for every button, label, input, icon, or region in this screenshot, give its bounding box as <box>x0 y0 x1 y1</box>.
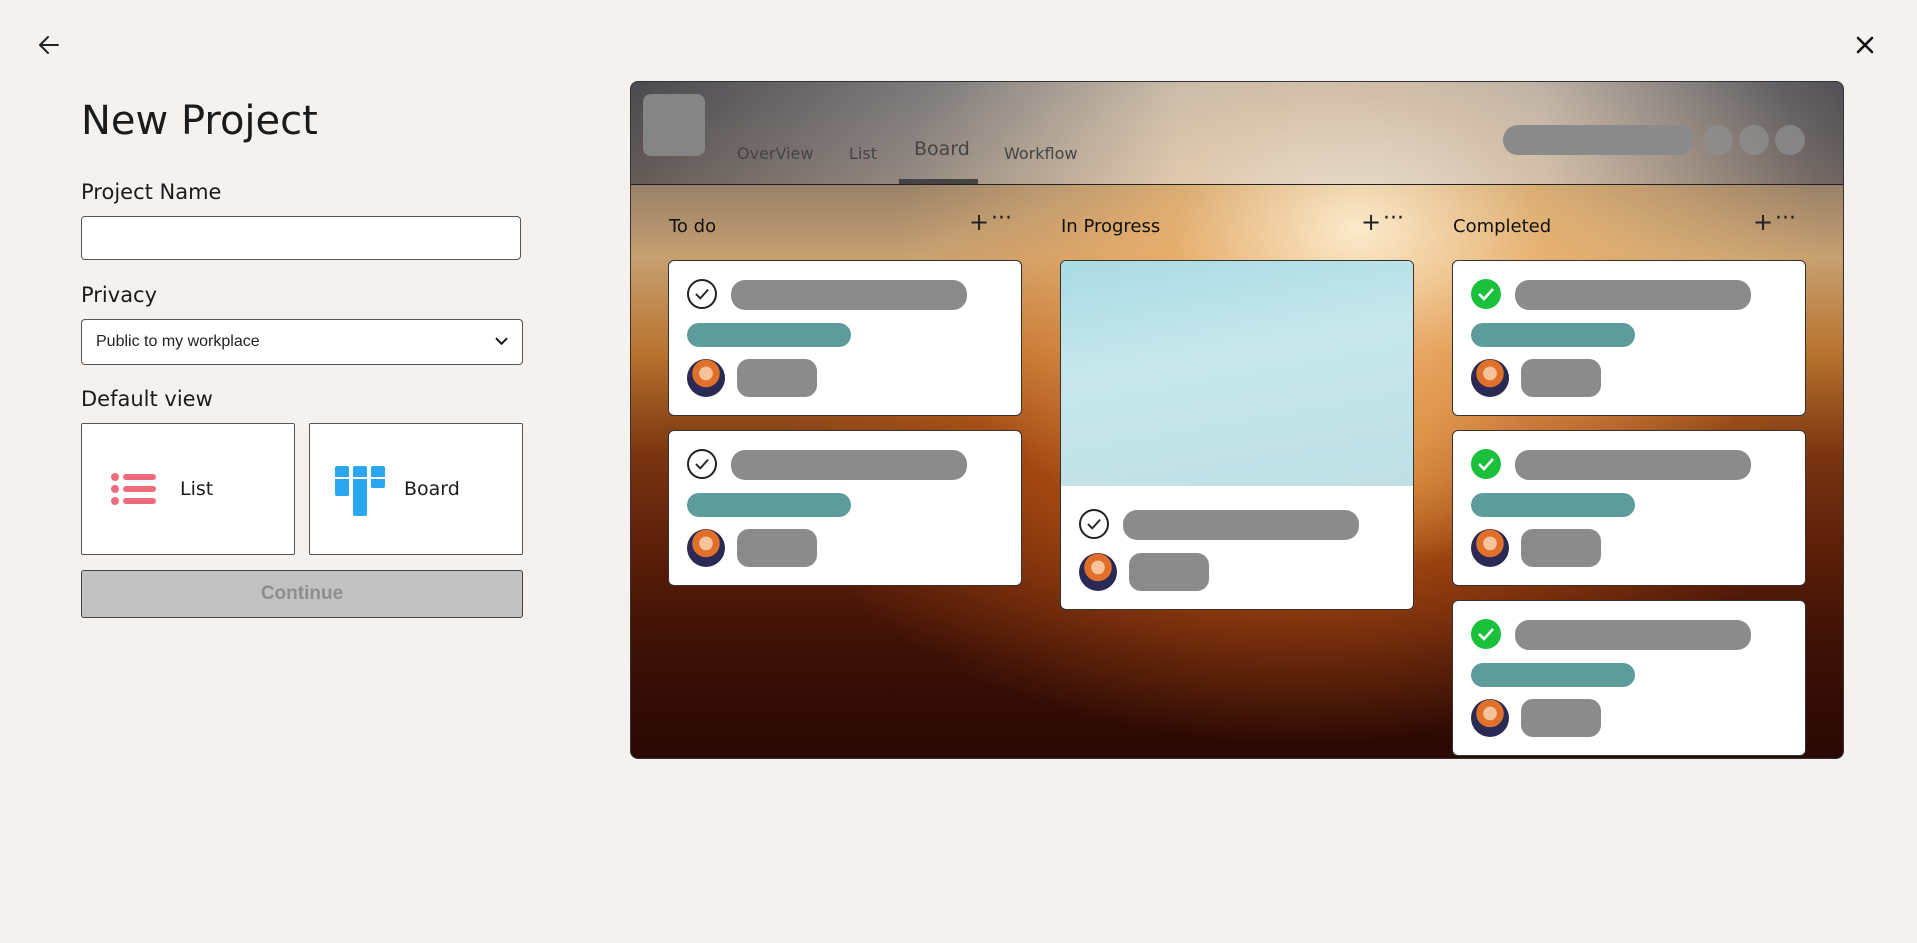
continue-button[interactable]: Continue <box>81 570 523 618</box>
check-circle-icon <box>1079 509 1109 539</box>
check-circle-filled-icon <box>1471 619 1501 649</box>
check-circle-icon <box>687 449 717 479</box>
task-card <box>668 430 1022 586</box>
preview-tab-workflow: Workflow <box>1004 144 1078 163</box>
privacy-label: Privacy <box>81 283 158 307</box>
check-circle-filled-icon <box>1471 279 1501 309</box>
title-placeholder <box>731 280 967 310</box>
page-title: New Project <box>81 98 318 144</box>
chip-placeholder <box>1521 359 1601 397</box>
title-placeholder <box>731 450 967 480</box>
preview-logo-placeholder <box>643 94 705 156</box>
plus-icon: + <box>1361 208 1384 236</box>
tag-placeholder <box>1471 493 1635 517</box>
preview-avatar-placeholder <box>1775 125 1805 155</box>
preview-tab-overview: OverView <box>737 144 814 163</box>
project-name-input[interactable] <box>81 216 521 260</box>
tag-placeholder <box>687 493 851 517</box>
preview-avatar-placeholder <box>1703 125 1733 155</box>
back-arrow-icon[interactable] <box>36 32 62 58</box>
preview-tab-list: List <box>849 144 877 163</box>
avatar <box>1471 359 1509 397</box>
board-preview: OverView List Board Workflow To do + ···… <box>630 81 1844 759</box>
more-icon: ··· <box>991 206 1012 231</box>
new-project-form: New Project Project Name Privacy Public … <box>81 96 525 618</box>
view-option-label: List <box>180 478 214 500</box>
default-view-label: Default view <box>81 387 213 411</box>
board-icon <box>334 465 385 516</box>
task-card-with-image <box>1060 260 1414 610</box>
plus-icon: + <box>969 208 992 236</box>
task-card <box>1452 600 1806 756</box>
chip-placeholder <box>1521 529 1601 567</box>
more-icon: ··· <box>1775 206 1796 231</box>
card-cover-image <box>1061 261 1413 486</box>
column-title-completed: Completed <box>1453 216 1552 237</box>
task-card <box>1452 430 1806 586</box>
check-circle-icon <box>687 279 717 309</box>
plus-icon: + <box>1753 208 1776 236</box>
title-placeholder <box>1123 510 1359 540</box>
chip-placeholder <box>1129 553 1209 591</box>
privacy-selected-value: Public to my workplace <box>96 333 260 350</box>
task-card <box>668 260 1022 416</box>
check-circle-filled-icon <box>1471 449 1501 479</box>
column-title-in-progress: In Progress <box>1061 216 1161 237</box>
preview-avatar-placeholder <box>1739 125 1769 155</box>
active-tab-indicator <box>899 179 978 184</box>
tag-placeholder <box>1471 663 1635 687</box>
avatar <box>1471 699 1509 737</box>
tag-placeholder <box>1471 323 1635 347</box>
avatar <box>1079 553 1117 591</box>
view-option-board[interactable]: Board <box>309 423 523 555</box>
view-option-label: Board <box>404 478 460 500</box>
chip-placeholder <box>1521 699 1601 737</box>
chip-placeholder <box>737 359 817 397</box>
title-placeholder <box>1515 450 1751 480</box>
close-icon[interactable] <box>1852 32 1878 58</box>
preview-header: OverView List Board Workflow <box>631 82 1843 185</box>
avatar <box>687 529 725 567</box>
title-placeholder <box>1515 280 1751 310</box>
avatar <box>687 359 725 397</box>
more-icon: ··· <box>1383 206 1404 231</box>
chevron-down-icon <box>495 333 508 351</box>
tag-placeholder <box>687 323 851 347</box>
preview-tab-board: Board <box>914 138 970 160</box>
avatar <box>1471 529 1509 567</box>
view-option-list[interactable]: List <box>81 423 295 555</box>
title-placeholder <box>1515 620 1751 650</box>
preview-search-placeholder <box>1503 125 1693 155</box>
column-title-todo: To do <box>669 216 717 237</box>
task-card <box>1452 260 1806 416</box>
list-icon <box>110 465 158 513</box>
project-name-label: Project Name <box>81 180 222 204</box>
chip-placeholder <box>737 529 817 567</box>
privacy-select[interactable]: Public to my workplace <box>81 319 523 365</box>
